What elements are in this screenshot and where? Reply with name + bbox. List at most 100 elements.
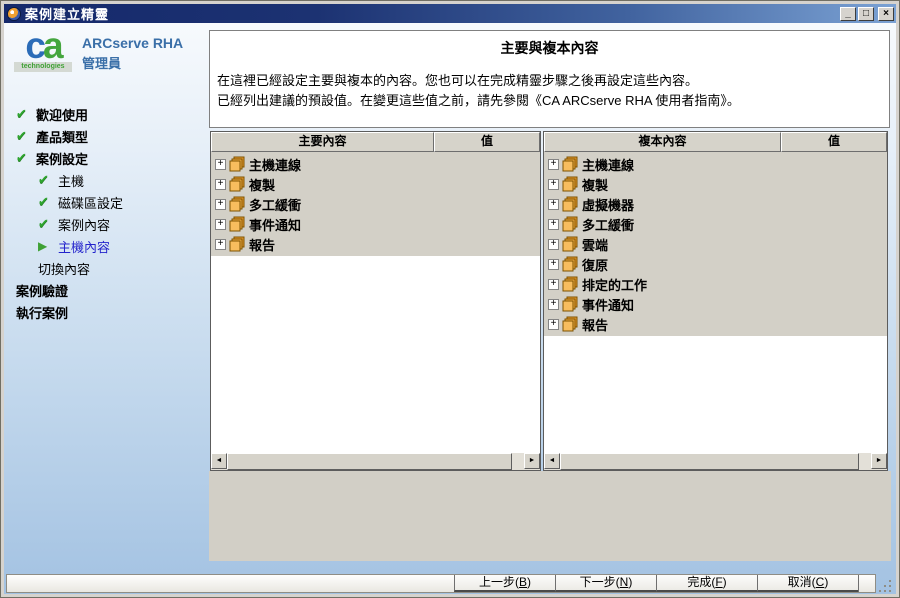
replica-panel-horizontal-scrollbar[interactable]: ◄ ► xyxy=(544,452,887,470)
column-header-value[interactable]: 值 xyxy=(434,132,540,152)
sidebar-step-run-scenario[interactable]: 執行案例 xyxy=(4,301,206,323)
scrollbar-thumb[interactable] xyxy=(227,453,512,470)
expand-icon[interactable]: + xyxy=(548,199,559,210)
sidebar-step-scenario-setup[interactable]: ✔ 案例設定 xyxy=(4,147,206,169)
tree-row-reports[interactable]: + 報告 xyxy=(211,234,540,254)
step-label: 案例設定 xyxy=(36,149,88,168)
tree-row-label: 複製 xyxy=(249,175,275,194)
expand-icon[interactable]: + xyxy=(548,319,559,330)
tree-row-virtual-machine[interactable]: + 虛擬機器 xyxy=(544,194,887,214)
properties-group-icon xyxy=(562,196,579,212)
sidebar-step-welcome[interactable]: ✔ 歡迎使用 xyxy=(4,103,206,125)
step-label: 磁碟區設定 xyxy=(58,193,123,212)
scroll-left-icon[interactable]: ◄ xyxy=(544,453,560,469)
button-label: 下一步( xyxy=(580,575,620,589)
button-bar-endcap xyxy=(858,575,859,592)
replica-panel-column-headers: 複本內容 值 xyxy=(544,132,887,152)
button-label: 上一步( xyxy=(479,575,519,589)
expand-icon[interactable]: + xyxy=(215,179,226,190)
minimize-button[interactable]: _ xyxy=(840,7,856,21)
expand-icon[interactable]: + xyxy=(215,159,226,170)
properties-group-icon xyxy=(562,216,579,232)
tree-row-host-connection[interactable]: + 主機連線 xyxy=(211,154,540,174)
button-label: ) xyxy=(628,575,632,589)
scroll-right-icon[interactable]: ► xyxy=(524,453,540,469)
logo-letter-c: c xyxy=(25,25,43,66)
tree-row-reports[interactable]: + 報告 xyxy=(544,314,887,334)
ca-logo: ca technologies xyxy=(14,31,72,72)
cancel-button[interactable]: 取消(C) xyxy=(757,575,858,592)
expand-icon[interactable]: + xyxy=(548,159,559,170)
expand-icon[interactable]: + xyxy=(215,199,226,210)
page-header: 主要與複本內容 在這裡已經設定主要與複本的內容。您也可以在完成精靈步驟之後再設定… xyxy=(209,30,890,128)
check-icon: ✔ xyxy=(38,194,58,210)
tree-row-recovery[interactable]: + 復原 xyxy=(544,254,887,274)
scroll-right-icon[interactable]: ► xyxy=(871,453,887,469)
tree-row-scheduled-tasks[interactable]: + 排定的工作 xyxy=(544,274,887,294)
tree-row-event-notification[interactable]: + 事件通知 xyxy=(544,294,887,314)
tree-row-label: 複製 xyxy=(582,175,608,194)
expand-icon[interactable]: + xyxy=(215,239,226,250)
expand-icon[interactable]: + xyxy=(548,299,559,310)
expand-icon[interactable]: + xyxy=(548,179,559,190)
button-label: 完成( xyxy=(687,575,715,589)
tree-row-event-notification[interactable]: + 事件通知 xyxy=(211,214,540,234)
tree-row-spool[interactable]: + 多工緩衝 xyxy=(544,214,887,234)
tree-row-host-connection[interactable]: + 主機連線 xyxy=(544,154,887,174)
next-button[interactable]: 下一步(N) xyxy=(555,575,656,592)
tree-row-replication[interactable]: + 複製 xyxy=(544,174,887,194)
finish-button[interactable]: 完成(F) xyxy=(656,575,757,592)
sidebar-step-product-type[interactable]: ✔ 產品類型 xyxy=(4,125,206,147)
resize-grip[interactable] xyxy=(878,579,893,594)
sidebar-step-scenario-properties[interactable]: ✔ 案例內容 xyxy=(4,213,206,235)
branding: ca technologies ARCserve RHA 管理員 xyxy=(14,31,183,72)
tree-row-label: 多工緩衝 xyxy=(249,195,301,214)
properties-group-icon xyxy=(562,316,579,332)
sidebar-step-hosts[interactable]: ✔ 主機 xyxy=(4,169,206,191)
sidebar-step-host-properties[interactable]: ▶ 主機內容 xyxy=(4,235,206,257)
scrollbar-thumb[interactable] xyxy=(560,453,859,470)
replica-panel-rows: + 主機連線 + 複製 + 虛擬機器 + xyxy=(544,152,887,336)
tree-row-label: 事件通知 xyxy=(249,215,301,234)
check-icon: ✔ xyxy=(16,128,36,144)
expand-icon[interactable]: + xyxy=(215,219,226,230)
properties-group-icon xyxy=(562,296,579,312)
button-accelerator: B xyxy=(519,575,527,589)
logo-letter-a: a xyxy=(43,25,61,66)
wizard-step-list: ✔ 歡迎使用 ✔ 產品類型 ✔ 案例設定 ✔ 主機 ✔ 磁碟區設定 ✔ 案例內容 xyxy=(4,103,206,323)
expand-icon[interactable]: + xyxy=(548,239,559,250)
current-step-arrow-icon: ▶ xyxy=(38,239,58,253)
check-icon: ✔ xyxy=(38,172,58,188)
tree-row-spool[interactable]: + 多工緩衝 xyxy=(211,194,540,214)
step-label: 主機內容 xyxy=(58,237,110,256)
close-button[interactable]: × xyxy=(878,7,894,21)
master-panel-horizontal-scrollbar[interactable]: ◄ ► xyxy=(211,452,540,470)
scroll-left-icon[interactable]: ◄ xyxy=(211,453,227,469)
sidebar-step-scenario-verification[interactable]: 案例驗證 xyxy=(4,279,206,301)
replica-panel-tree: + 主機連線 + 複製 + 虛擬機器 + xyxy=(544,152,887,452)
title-bar[interactable]: 案例建立精靈 _ □ × xyxy=(4,4,896,23)
column-header-master-properties[interactable]: 主要內容 xyxy=(211,132,434,152)
expand-icon[interactable]: + xyxy=(548,219,559,230)
column-header-value[interactable]: 值 xyxy=(781,132,887,152)
column-header-replica-properties[interactable]: 複本內容 xyxy=(544,132,781,152)
step-label: 案例內容 xyxy=(58,215,110,234)
sidebar-step-volume-setup[interactable]: ✔ 磁碟區設定 xyxy=(4,191,206,213)
properties-group-icon xyxy=(562,156,579,172)
button-accelerator: F xyxy=(715,575,722,589)
back-button[interactable]: 上一步(B) xyxy=(454,575,555,592)
sidebar-step-switchover-properties[interactable]: 切換內容 xyxy=(4,257,206,279)
tree-row-cloud[interactable]: + 雲端 xyxy=(544,234,887,254)
button-label: 取消( xyxy=(788,575,816,589)
tree-row-label: 多工緩衝 xyxy=(582,215,634,234)
step-label: 執行案例 xyxy=(16,303,68,322)
tree-row-label: 主機連線 xyxy=(249,155,301,174)
properties-group-icon xyxy=(229,176,246,192)
wizard-body: ca technologies ARCserve RHA 管理員 ✔ 歡迎使用 … xyxy=(4,23,896,594)
tree-row-replication[interactable]: + 複製 xyxy=(211,174,540,194)
expand-icon[interactable]: + xyxy=(548,279,559,290)
expand-icon[interactable]: + xyxy=(548,259,559,270)
maximize-button[interactable]: □ xyxy=(858,7,874,21)
tree-row-label: 主機連線 xyxy=(582,155,634,174)
tree-row-label: 報告 xyxy=(249,235,275,254)
